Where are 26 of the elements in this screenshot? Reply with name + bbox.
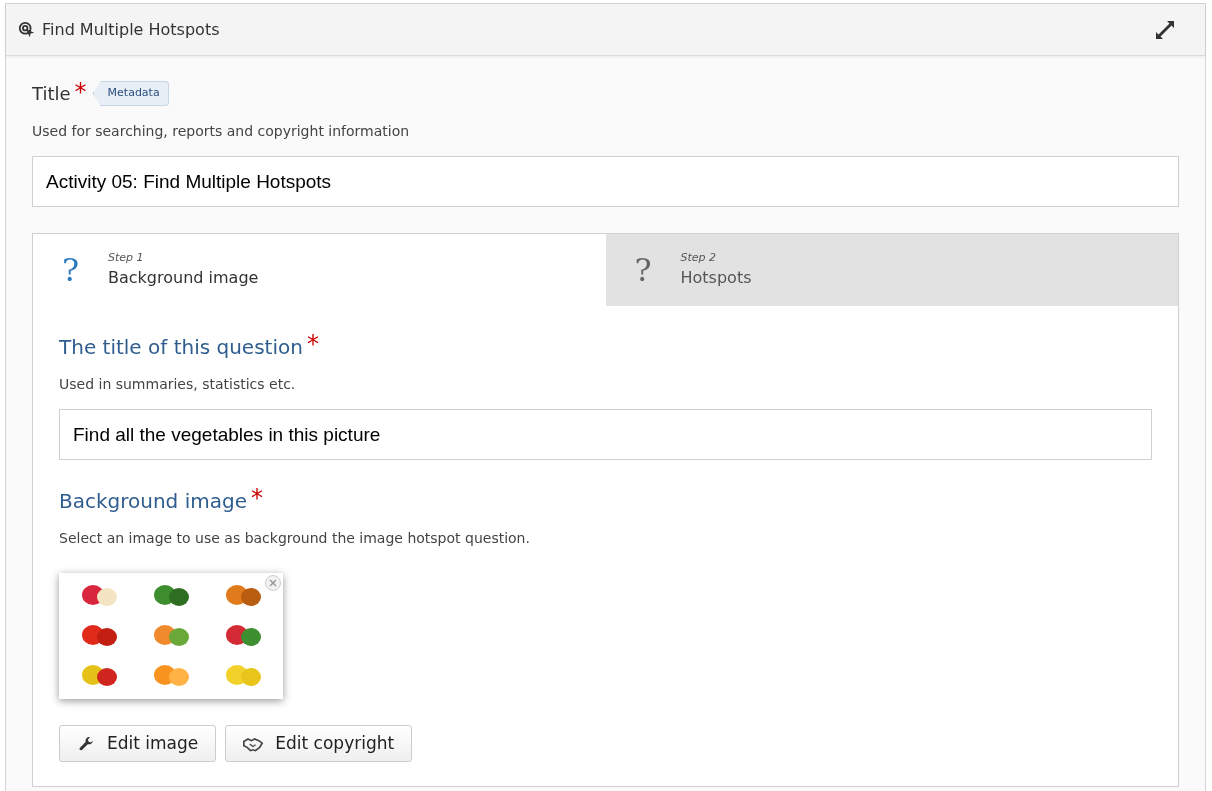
question-title-input[interactable]: Find all the vegetables in this picture [59, 409, 1152, 460]
required-mark: * [306, 332, 319, 356]
field-description: Select an image to use as background the image hotspot question. [59, 529, 531, 548]
step-number: Step 1 [108, 249, 145, 266]
field-label: Title [32, 82, 71, 106]
step-label: Hotspots [680, 267, 752, 290]
field-label: The title of this question [59, 334, 303, 361]
step-tab[interactable]: ? Step 2 Hotspots [605, 234, 1178, 306]
required-mark: * [250, 486, 263, 510]
metadata-tag[interactable]: Metadata [92, 81, 169, 106]
help-icon: ? [605, 246, 681, 294]
edit-button[interactable]: Edit image [59, 725, 217, 762]
edit-button[interactable]: Edit copyright [225, 725, 413, 762]
step-label: Background image [108, 267, 259, 290]
header-title: Find Multiple Hotspots [42, 18, 220, 41]
close-icon [269, 579, 277, 587]
handshake-icon [243, 735, 264, 752]
field-description: Used in summaries, statistics etc. [59, 375, 297, 394]
wrench-icon [77, 734, 95, 753]
hotspot-icon [18, 20, 36, 39]
field-description: Used for searching, reports and copyright information [32, 122, 411, 141]
required-mark: * [74, 80, 87, 104]
title-input[interactable]: Activity 05: Find Multiple Hotspots [32, 156, 1179, 207]
step-number: Step 2 [680, 249, 718, 266]
help-icon: ? [33, 246, 108, 294]
field-label: Background image [59, 488, 247, 515]
